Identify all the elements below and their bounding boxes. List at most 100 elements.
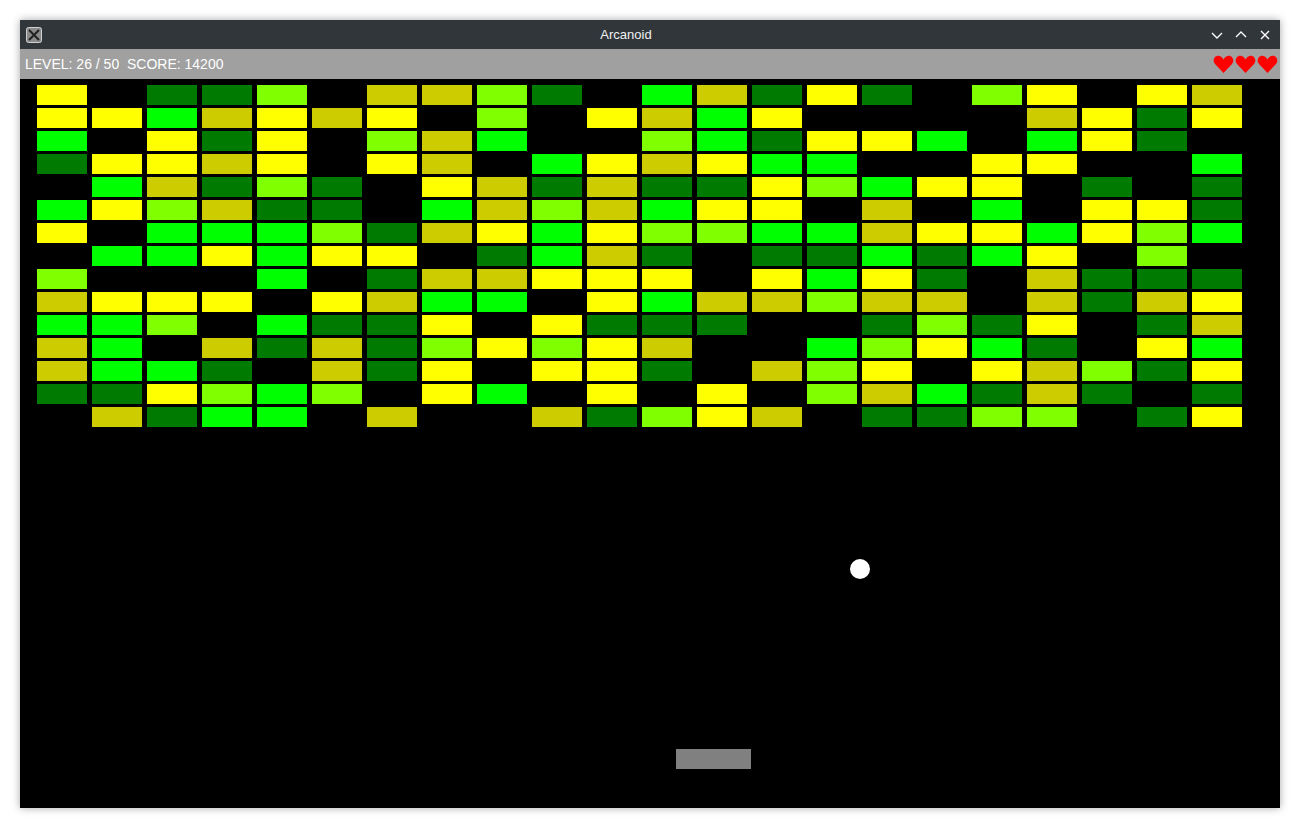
brick <box>862 384 912 404</box>
brick <box>367 223 417 243</box>
empty-slot <box>367 200 417 220</box>
empty-slot <box>1082 154 1132 174</box>
empty-slot <box>422 108 472 128</box>
brick <box>257 108 307 128</box>
brick <box>972 246 1022 266</box>
brick <box>1192 292 1242 312</box>
brick <box>532 223 582 243</box>
brick <box>587 315 637 335</box>
brick <box>92 246 142 266</box>
brick <box>1027 407 1077 427</box>
brick <box>477 200 527 220</box>
brick-grid <box>20 79 1280 427</box>
brick <box>477 108 527 128</box>
empty-slot <box>697 246 747 266</box>
brick <box>257 338 307 358</box>
maximize-chevron-icon[interactable] <box>1234 28 1248 42</box>
brick <box>92 361 142 381</box>
brick <box>257 85 307 105</box>
brick <box>752 269 802 289</box>
brick <box>697 200 747 220</box>
empty-slot <box>37 246 87 266</box>
empty-slot <box>642 384 692 404</box>
brick <box>917 315 967 335</box>
brick <box>477 223 527 243</box>
brick <box>862 131 912 151</box>
empty-slot <box>312 269 362 289</box>
brick <box>587 407 637 427</box>
brick <box>92 292 142 312</box>
brick <box>92 338 142 358</box>
empty-slot <box>752 384 802 404</box>
brick <box>807 246 857 266</box>
brick <box>312 315 362 335</box>
brick <box>367 361 417 381</box>
brick <box>532 269 582 289</box>
brick <box>1027 131 1077 151</box>
ball <box>850 559 870 579</box>
brick <box>642 292 692 312</box>
brick <box>972 361 1022 381</box>
empty-slot <box>312 85 362 105</box>
brick <box>422 200 472 220</box>
brick <box>862 361 912 381</box>
brick <box>752 223 802 243</box>
brick <box>477 131 527 151</box>
close-x-icon[interactable] <box>1258 28 1272 42</box>
brick <box>1192 223 1242 243</box>
empty-slot <box>257 361 307 381</box>
empty-slot <box>697 338 747 358</box>
empty-slot <box>917 361 967 381</box>
brick <box>642 269 692 289</box>
brick <box>37 108 87 128</box>
minimize-chevron-icon[interactable] <box>1210 28 1224 42</box>
brick <box>202 223 252 243</box>
brick <box>477 384 527 404</box>
brick <box>1027 269 1077 289</box>
brick <box>37 338 87 358</box>
brick <box>422 223 472 243</box>
brick <box>752 108 802 128</box>
brick <box>257 407 307 427</box>
brick <box>477 292 527 312</box>
brick <box>202 292 252 312</box>
heart-icon <box>1213 55 1234 74</box>
brick <box>312 246 362 266</box>
brick <box>422 315 472 335</box>
brick <box>147 154 197 174</box>
brick <box>1027 223 1077 243</box>
brick <box>697 131 747 151</box>
play-field <box>20 79 1280 808</box>
brick <box>972 384 1022 404</box>
brick <box>1192 384 1242 404</box>
brick <box>367 85 417 105</box>
brick <box>807 177 857 197</box>
brick <box>202 338 252 358</box>
brick <box>1082 292 1132 312</box>
brick <box>147 131 197 151</box>
brick <box>312 177 362 197</box>
brick <box>697 177 747 197</box>
empty-slot <box>367 177 417 197</box>
brick <box>807 292 857 312</box>
brick <box>587 246 637 266</box>
empty-slot <box>587 131 637 151</box>
brick <box>587 269 637 289</box>
brick <box>147 315 197 335</box>
brick <box>312 384 362 404</box>
title-bar[interactable]: Arcanoid <box>20 20 1280 49</box>
brick <box>807 223 857 243</box>
brick <box>1137 200 1187 220</box>
brick <box>1192 315 1242 335</box>
brick <box>532 407 582 427</box>
empty-slot <box>807 200 857 220</box>
brick <box>642 154 692 174</box>
brick <box>1027 315 1077 335</box>
brick <box>972 85 1022 105</box>
brick <box>147 177 197 197</box>
paddle[interactable] <box>676 749 751 769</box>
brick <box>642 200 692 220</box>
brick <box>972 200 1022 220</box>
empty-slot <box>972 108 1022 128</box>
empty-slot <box>477 361 527 381</box>
